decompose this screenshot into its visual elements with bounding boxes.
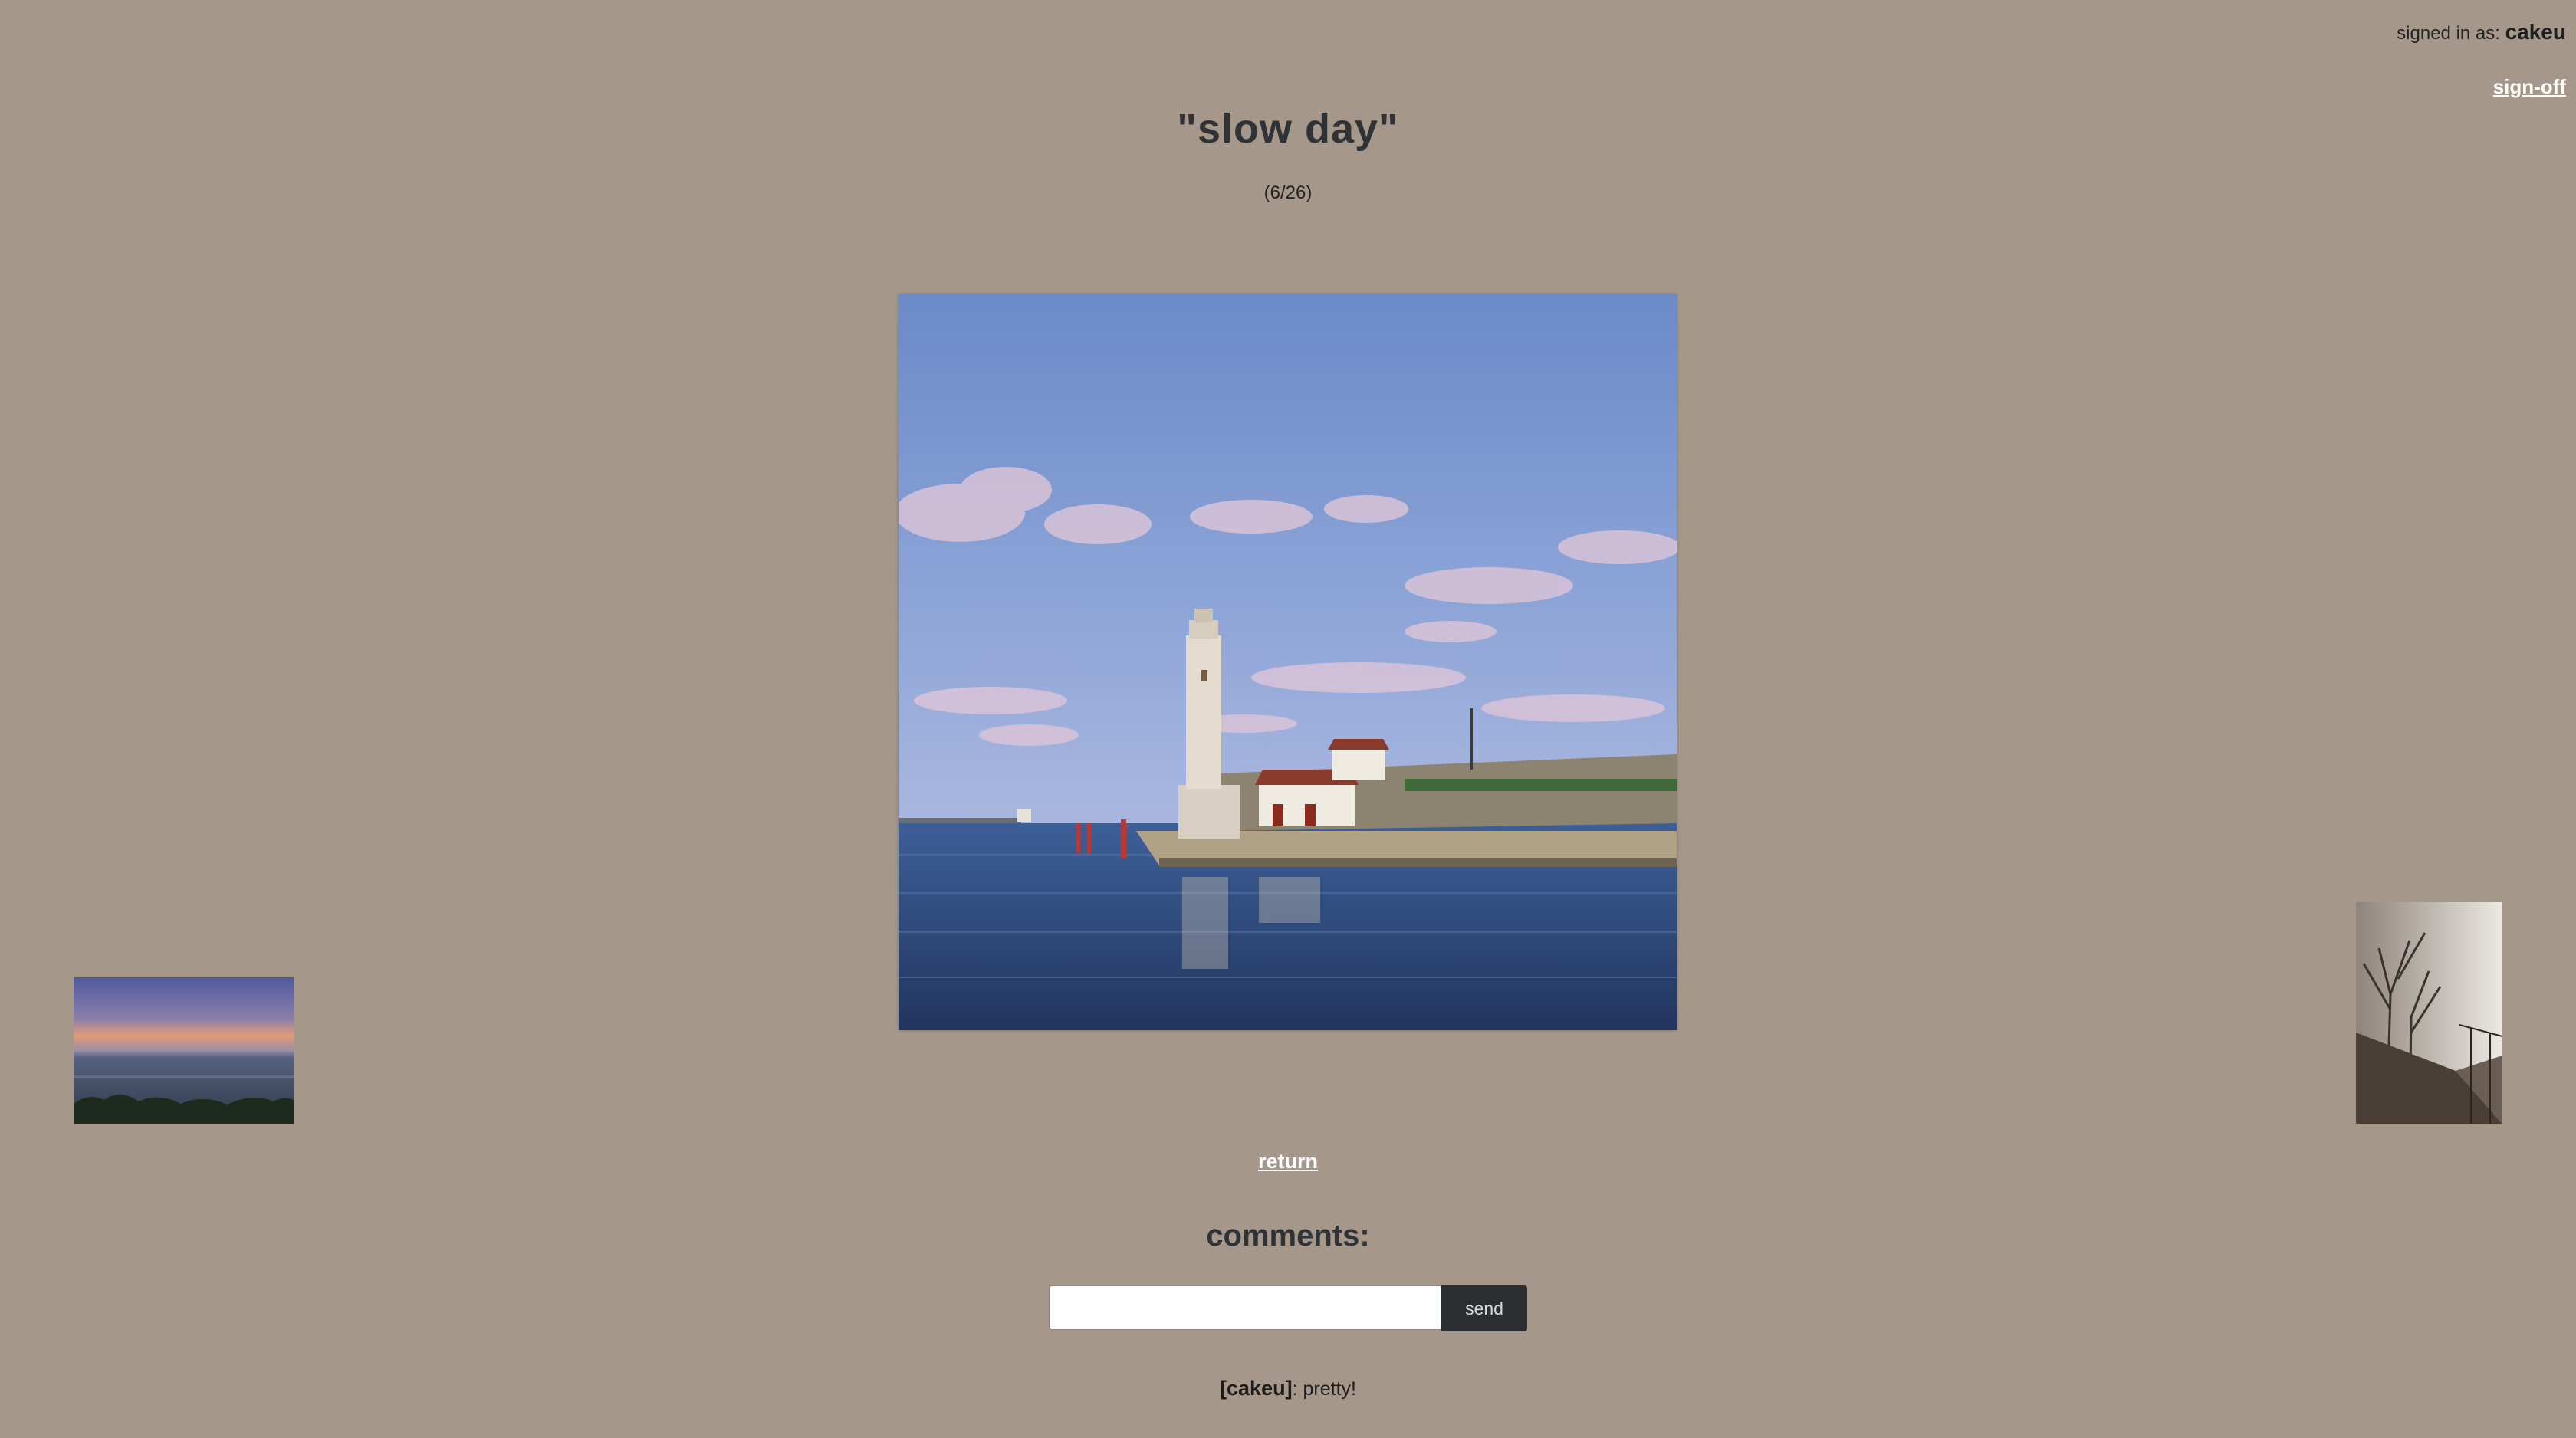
comment-author: [cakeu] xyxy=(1220,1377,1293,1400)
main-photo[interactable] xyxy=(899,294,1677,1030)
signed-in-status: signed in as: cakeu xyxy=(2397,17,2566,49)
send-button[interactable]: send xyxy=(1441,1285,1527,1331)
comments-heading: comments: xyxy=(1206,1219,1370,1253)
next-photo-thumbnail[interactable] xyxy=(2356,902,2502,1124)
return-link[interactable]: return xyxy=(1258,1150,1318,1173)
photo-counter: (6/26) xyxy=(1263,182,1313,203)
comment-input[interactable] xyxy=(1049,1285,1441,1330)
previous-photo-thumbnail[interactable] xyxy=(74,977,294,1124)
return-link-container: return xyxy=(0,1150,2576,1174)
username: cakeu xyxy=(2505,20,2566,44)
user-box: signed in as: cakeu sign-off xyxy=(2397,17,2566,99)
comment-separator: : xyxy=(1292,1378,1303,1400)
comment-item: [cakeu]: pretty! xyxy=(0,1377,2576,1400)
sign-off-link[interactable]: sign-off xyxy=(2493,75,2566,99)
comment-form: send xyxy=(1049,1285,1527,1333)
photo-title: "slow day" xyxy=(1177,106,1399,152)
comment-text: pretty! xyxy=(1303,1378,1356,1400)
signed-in-label: signed in as: xyxy=(2397,23,2505,44)
